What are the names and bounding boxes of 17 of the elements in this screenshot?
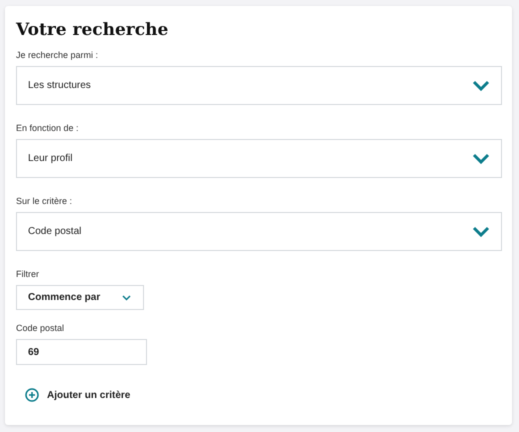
field-label: Code postal: [16, 323, 64, 334]
plus-circle-icon: [25, 388, 39, 402]
postal-code-field[interactable]: 69: [16, 339, 147, 365]
dropdown[interactable]: Les structures: [16, 66, 502, 105]
chevron-down-icon: [122, 294, 132, 300]
add-criterion-button[interactable]: Ajouter un critère: [25, 388, 130, 402]
dropdown[interactable]: Code postal: [16, 212, 502, 251]
card-title: Votre recherche: [16, 20, 168, 40]
chevron-down-icon: [472, 153, 490, 164]
chevron-down-icon: [472, 226, 490, 237]
field-label: Je recherche parmi :: [16, 50, 98, 61]
field-label: Filtrer: [16, 269, 39, 280]
field-label: En fonction de :: [16, 123, 79, 134]
field-label: Sur le critère :: [16, 196, 72, 207]
dropdown[interactable]: Leur profil: [16, 139, 502, 178]
filter-dropdown[interactable]: Commence par: [16, 285, 144, 310]
chevron-down-icon: [472, 80, 490, 91]
